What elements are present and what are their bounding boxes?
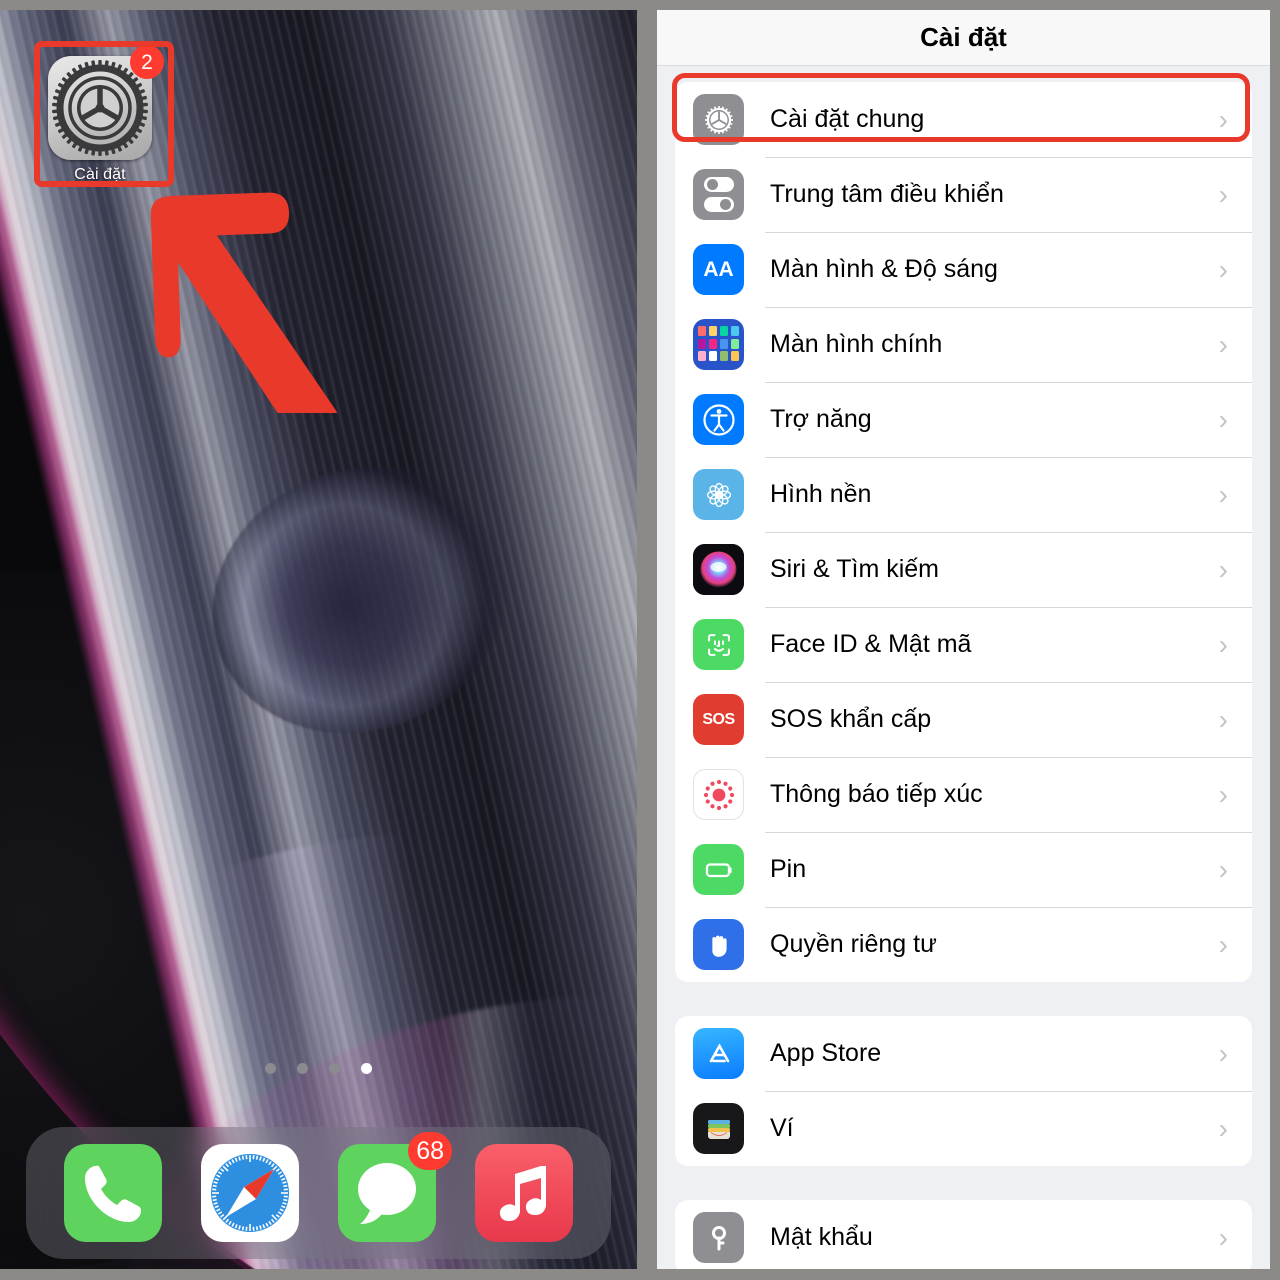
dock-app-music[interactable] (475, 1144, 574, 1242)
chevron-right-icon: › (1218, 628, 1228, 660)
page-indicator-dots[interactable] (0, 1063, 637, 1074)
row-label: Ví (770, 1114, 794, 1142)
chevron-right-icon: › (1218, 253, 1228, 285)
page-title: Cài đặt (920, 22, 1007, 52)
settings-row-siri[interactable]: Siri & Tìm kiếm › (675, 532, 1252, 607)
display-brightness-icon: AA (693, 244, 744, 295)
key-icon (693, 1212, 744, 1263)
row-label: SOS khẩn cấp (770, 705, 932, 733)
chevron-right-icon: › (1218, 853, 1228, 885)
settings-row-home-screen[interactable]: Màn hình chính › (675, 307, 1252, 382)
chevron-right-icon: › (1218, 928, 1228, 960)
compass-icon (208, 1152, 291, 1234)
app-highlight-box (34, 41, 174, 187)
settings-row-sos[interactable]: SOS SOS khẩn cấp › (675, 682, 1252, 757)
gear-icon (693, 94, 744, 145)
row-label: Siri & Tìm kiếm (770, 555, 939, 583)
pointer-arrow-icon (150, 192, 341, 413)
settings-row-accessibility[interactable]: Trợ năng › (675, 382, 1252, 457)
chevron-right-icon: › (1218, 328, 1228, 360)
row-label: Face ID & Mật mã (770, 630, 972, 658)
row-label: Màn hình chính (770, 330, 943, 358)
music-note-icon (500, 1166, 547, 1221)
privacy-hand-icon (693, 919, 744, 970)
wallet-icon (693, 1103, 744, 1154)
chevron-right-icon: › (1218, 178, 1228, 210)
chevron-right-icon: › (1218, 478, 1228, 510)
siri-icon (693, 544, 744, 595)
panel-divider (637, 0, 657, 1280)
face-id-icon (693, 619, 744, 670)
chevron-right-icon: › (1218, 403, 1228, 435)
settings-row-face-id[interactable]: Face ID & Mật mã › (675, 607, 1252, 682)
page-dot-active[interactable] (361, 1063, 372, 1074)
screenshot-root: 2 Cài đặt 68 Cài đặt Cài đặt chung › Tru… (0, 0, 1280, 1280)
chevron-right-icon: › (1218, 1221, 1228, 1253)
settings-group-2: App Store › Ví › (675, 1016, 1252, 1166)
dock-app-phone[interactable] (63, 1144, 162, 1242)
settings-group-1: Cài đặt chung › Trung tâm điều khiển › A… (675, 82, 1252, 982)
iphone-home-screen: 2 Cài đặt 68 (0, 10, 637, 1269)
wallpaper-icon (693, 469, 744, 520)
row-label: Hình nền (770, 480, 872, 508)
row-label: Màn hình & Độ sáng (770, 255, 998, 283)
chevron-right-icon: › (1218, 778, 1228, 810)
accessibility-icon (693, 394, 744, 445)
settings-row-passwords[interactable]: Mật khẩu › (675, 1200, 1252, 1269)
battery-icon (693, 844, 744, 895)
dock-app-messages[interactable]: 68 (338, 1132, 453, 1242)
page-dot[interactable] (297, 1063, 308, 1074)
page-dot[interactable] (329, 1063, 340, 1074)
settings-row-general[interactable]: Cài đặt chung › (675, 82, 1252, 157)
settings-row-exposure[interactable]: Thông báo tiếp xúc › (675, 757, 1252, 832)
row-label: Trợ năng (770, 405, 872, 433)
settings-row-display[interactable]: AA Màn hình & Độ sáng › (675, 232, 1252, 307)
settings-nav-bar: Cài đặt (657, 10, 1270, 66)
settings-group-3: Mật khẩu › (675, 1200, 1252, 1269)
home-screen-icon (693, 319, 744, 370)
row-label: Pin (770, 855, 807, 883)
settings-row-wallet[interactable]: Ví › (675, 1091, 1252, 1166)
settings-row-control-center[interactable]: Trung tâm điều khiển › (675, 157, 1252, 232)
exposure-notification-icon (693, 769, 744, 820)
page-dot[interactable] (265, 1063, 276, 1074)
row-label: Thông báo tiếp xúc (770, 780, 983, 808)
chevron-right-icon: › (1218, 103, 1228, 135)
app-store-icon (693, 1028, 744, 1079)
settings-row-privacy[interactable]: Quyền riêng tư › (675, 907, 1252, 982)
settings-row-battery[interactable]: Pin › (675, 832, 1252, 907)
chevron-right-icon: › (1218, 1037, 1228, 1069)
dock-app-safari[interactable] (200, 1144, 299, 1242)
chevron-right-icon: › (1218, 1112, 1228, 1144)
row-label: Mật khẩu (770, 1223, 873, 1251)
phone-icon (84, 1165, 141, 1222)
sos-icon: SOS (693, 694, 744, 745)
chevron-right-icon: › (1218, 703, 1228, 735)
control-center-icon (693, 169, 744, 220)
home-dock: 68 (26, 1127, 611, 1259)
row-label: App Store (770, 1039, 882, 1067)
settings-app-screen: Cài đặt Cài đặt chung › Trung tâm điều k… (657, 10, 1270, 1269)
chevron-right-icon: › (1218, 553, 1228, 585)
messages-badge: 68 (408, 1132, 453, 1170)
settings-row-app-store[interactable]: App Store › (675, 1016, 1252, 1091)
settings-row-wallpaper[interactable]: Hình nền › (675, 457, 1252, 532)
row-label: Trung tâm điều khiển (770, 180, 1004, 208)
row-label: Quyền riêng tư (770, 930, 937, 958)
row-label: Cài đặt chung (770, 105, 925, 133)
